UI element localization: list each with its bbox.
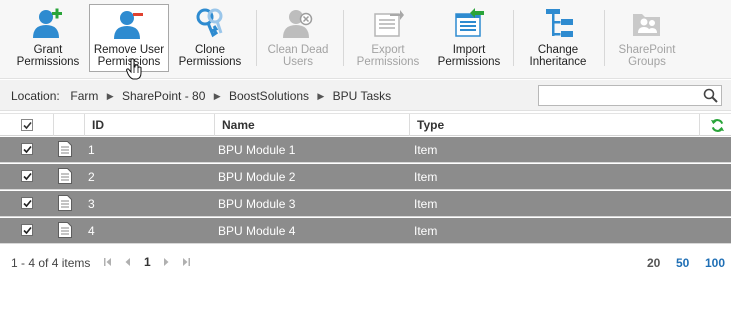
- change-inheritance-button[interactable]: Change Inheritance: [520, 4, 596, 72]
- document-icon: [58, 195, 72, 211]
- toolbar-separator: [604, 10, 605, 66]
- pager: 1 - 4 of 4 items 1 20 50 100: [0, 252, 731, 274]
- user-remove-icon: [114, 11, 143, 39]
- row-checkbox[interactable]: [21, 224, 33, 236]
- keys-icon: [196, 8, 223, 38]
- row-name: BPU Module 1: [218, 143, 296, 157]
- page-size-50[interactable]: 50: [676, 256, 689, 270]
- pager-info: 1 - 4 of 4 items: [11, 256, 91, 270]
- select-all-checkbox[interactable]: [21, 119, 33, 131]
- row-type: Item: [414, 170, 438, 184]
- toolbar-separator: [256, 10, 257, 66]
- toolbar-separator: [513, 10, 514, 66]
- table-row[interactable]: 4 BPU Module 4 Item: [0, 218, 731, 244]
- change-inheritance-label: Change Inheritance: [529, 44, 587, 68]
- breadcrumb-item-sharepoint-80[interactable]: SharePoint - 80: [122, 89, 205, 103]
- sharepoint-groups-label: SharePoint Groups: [618, 44, 676, 68]
- row-type: Item: [414, 143, 438, 157]
- column-header-id[interactable]: ID: [84, 114, 214, 136]
- last-page-icon[interactable]: [182, 257, 190, 267]
- breadcrumb-item-boostsolutions[interactable]: BoostSolutions: [229, 89, 309, 103]
- search-input[interactable]: [539, 86, 699, 105]
- row-checkbox[interactable]: [21, 170, 33, 182]
- search-icon[interactable]: [702, 87, 719, 104]
- row-id: 4: [88, 224, 95, 238]
- clone-permissions-button[interactable]: Clone Permissions: [176, 4, 244, 72]
- row-checkbox[interactable]: [21, 197, 33, 209]
- row-checkbox[interactable]: [21, 143, 33, 155]
- import-permissions-label: Import Permissions: [437, 44, 501, 68]
- clean-dead-users-button[interactable]: Clean Dead Users: [262, 4, 334, 72]
- group-folder-icon: [633, 14, 660, 36]
- refresh-button[interactable]: [699, 114, 731, 136]
- page-size-20[interactable]: 20: [647, 256, 660, 270]
- location-label: Location:: [11, 89, 60, 103]
- export-permissions-button[interactable]: Export Permissions: [354, 4, 422, 72]
- export-icon: [374, 10, 404, 37]
- row-name: BPU Module 4: [218, 224, 296, 238]
- user-add-icon: [33, 8, 62, 38]
- breadcrumb-item-farm[interactable]: Farm: [70, 89, 98, 103]
- clone-permissions-label: Clone Permissions: [178, 44, 242, 68]
- column-header-type[interactable]: Type: [409, 114, 699, 136]
- hand-cursor-icon: [126, 58, 142, 80]
- toolbar-separator: [343, 10, 344, 66]
- table-row[interactable]: 1 BPU Module 1 Item: [0, 137, 731, 163]
- import-icon: [455, 8, 484, 37]
- grid-header: ID Name Type: [0, 113, 731, 136]
- sharepoint-groups-button[interactable]: SharePoint Groups: [611, 4, 683, 72]
- location-bar: Location: Farm ▶ SharePoint - 80 ▶ Boost…: [0, 80, 731, 111]
- export-permissions-label: Export Permissions: [356, 44, 420, 68]
- row-name: BPU Module 3: [218, 197, 296, 211]
- ribbon-toolbar: Grant Permissions Remove User Permission…: [0, 0, 731, 80]
- column-header-icon: [53, 114, 84, 136]
- document-icon: [58, 141, 72, 157]
- grant-permissions-button[interactable]: Grant Permissions: [14, 4, 82, 72]
- row-id: 2: [88, 170, 95, 184]
- refresh-icon: [710, 119, 725, 132]
- breadcrumb-separator-icon: ▶: [106, 91, 114, 101]
- document-icon: [58, 222, 72, 238]
- import-permissions-button[interactable]: Import Permissions: [434, 4, 504, 72]
- next-page-icon[interactable]: [162, 257, 170, 267]
- table-row[interactable]: 2 BPU Module 2 Item: [0, 164, 731, 190]
- breadcrumb-separator-icon: ▶: [213, 91, 221, 101]
- current-page[interactable]: 1: [144, 255, 151, 269]
- page-size-100[interactable]: 100: [705, 256, 725, 270]
- breadcrumb-item-bpu-tasks[interactable]: BPU Tasks: [333, 89, 391, 103]
- first-page-icon[interactable]: [104, 257, 112, 267]
- row-id: 1: [88, 143, 95, 157]
- row-id: 3: [88, 197, 95, 211]
- row-type: Item: [414, 224, 438, 238]
- previous-page-icon[interactable]: [124, 257, 132, 267]
- user-delete-icon: [283, 10, 313, 38]
- row-name: BPU Module 2: [218, 170, 296, 184]
- column-header-name[interactable]: Name: [214, 114, 409, 136]
- breadcrumb-separator-icon: ▶: [317, 91, 325, 101]
- search-box: [538, 85, 722, 106]
- document-icon: [58, 168, 72, 184]
- breadcrumb: Location: Farm ▶ SharePoint - 80 ▶ Boost…: [11, 89, 391, 103]
- table-row[interactable]: 3 BPU Module 3 Item: [0, 191, 731, 217]
- row-type: Item: [414, 197, 438, 211]
- grant-permissions-label: Grant Permissions: [16, 44, 80, 68]
- inheritance-icon: [546, 9, 573, 37]
- clean-dead-users-label: Clean Dead Users: [267, 44, 329, 68]
